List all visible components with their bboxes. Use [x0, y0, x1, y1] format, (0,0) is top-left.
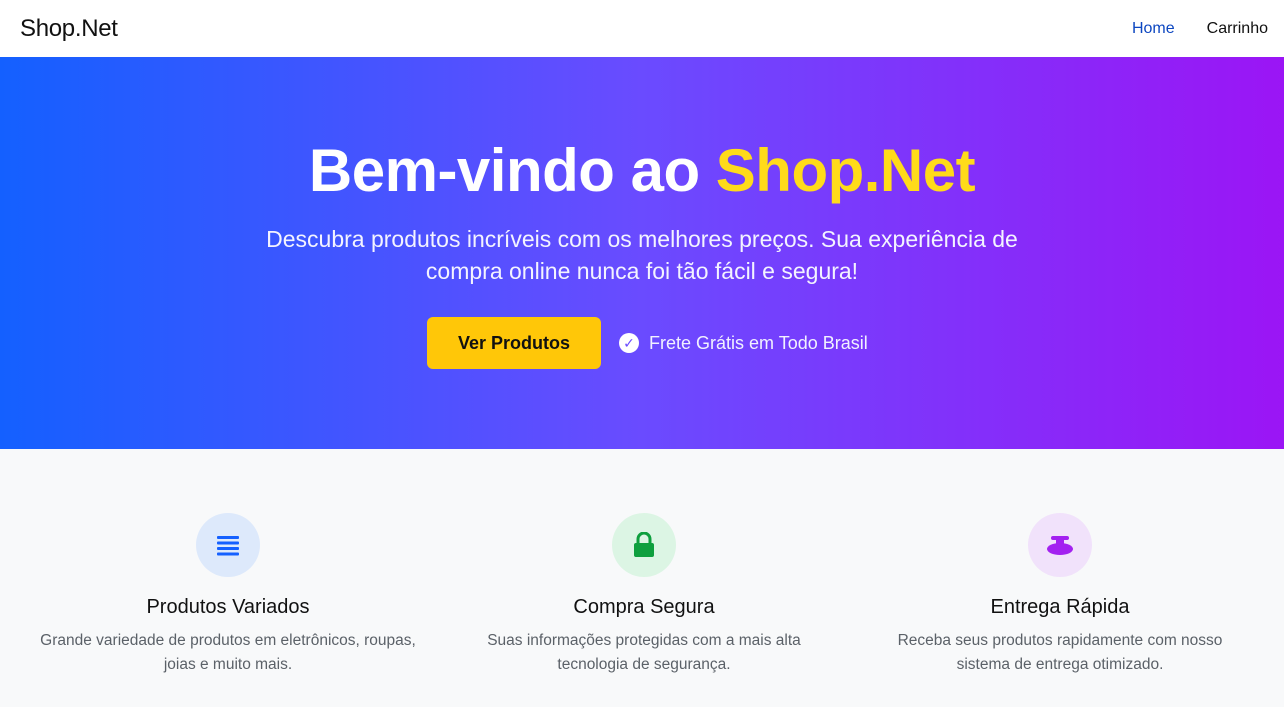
feature-title: Compra Segura [573, 596, 715, 618]
feature-title: Produtos Variados [146, 596, 310, 618]
feature-icon-wrapper [612, 513, 676, 577]
hero-subtitle: Descubra produtos incríveis com os melho… [266, 226, 1018, 284]
feature-card-delivery: Entrega Rápida Receba seus produtos rapi… [850, 513, 1270, 677]
navbar: Shop.Net Home Carrinho [0, 0, 1284, 57]
hero-title-accent: Shop.Net [715, 137, 976, 204]
feature-description: Receba seus produtos rapidamente com nos… [897, 632, 1223, 673]
hero-title: Bem-vindo ao Shop.Net [0, 139, 1284, 203]
free-shipping-text: Frete Grátis em Todo Brasil [649, 332, 868, 353]
feature-icon-wrapper [196, 513, 260, 577]
nav-link-home[interactable]: Home [1132, 20, 1175, 38]
list-icon [217, 536, 239, 556]
delivery-icon [1047, 536, 1073, 555]
hero-section: Bem-vindo ao Shop.Net Descubra produtos … [0, 57, 1284, 449]
feature-card-security: Compra Segura Suas informações protegida… [434, 513, 854, 677]
feature-icon-wrapper [1028, 513, 1092, 577]
feature-description: Suas informações protegidas com a mais a… [487, 632, 801, 673]
feature-card-variety: Produtos Variados Grande variedade de pr… [18, 513, 438, 677]
feature-title: Entrega Rápida [990, 596, 1130, 618]
nav-links: Home Carrinho [1132, 20, 1268, 38]
hero-title-prefix: Bem-vindo ao [308, 137, 716, 204]
feature-description: Grande variedade de produtos em eletrôni… [40, 632, 416, 673]
hero-actions: Ver Produtos ✓ Frete Grátis em Todo Bras… [427, 317, 868, 369]
free-shipping-note: ✓ Frete Grátis em Todo Brasil [619, 333, 868, 354]
nav-link-cart[interactable]: Carrinho [1207, 20, 1268, 38]
lock-icon [634, 532, 654, 557]
view-products-button[interactable]: Ver Produtos [427, 317, 601, 369]
features-section: Produtos Variados Grande variedade de pr… [0, 449, 1284, 707]
check-circle-icon: ✓ [619, 333, 639, 353]
brand-logo[interactable]: Shop.Net [20, 15, 118, 43]
